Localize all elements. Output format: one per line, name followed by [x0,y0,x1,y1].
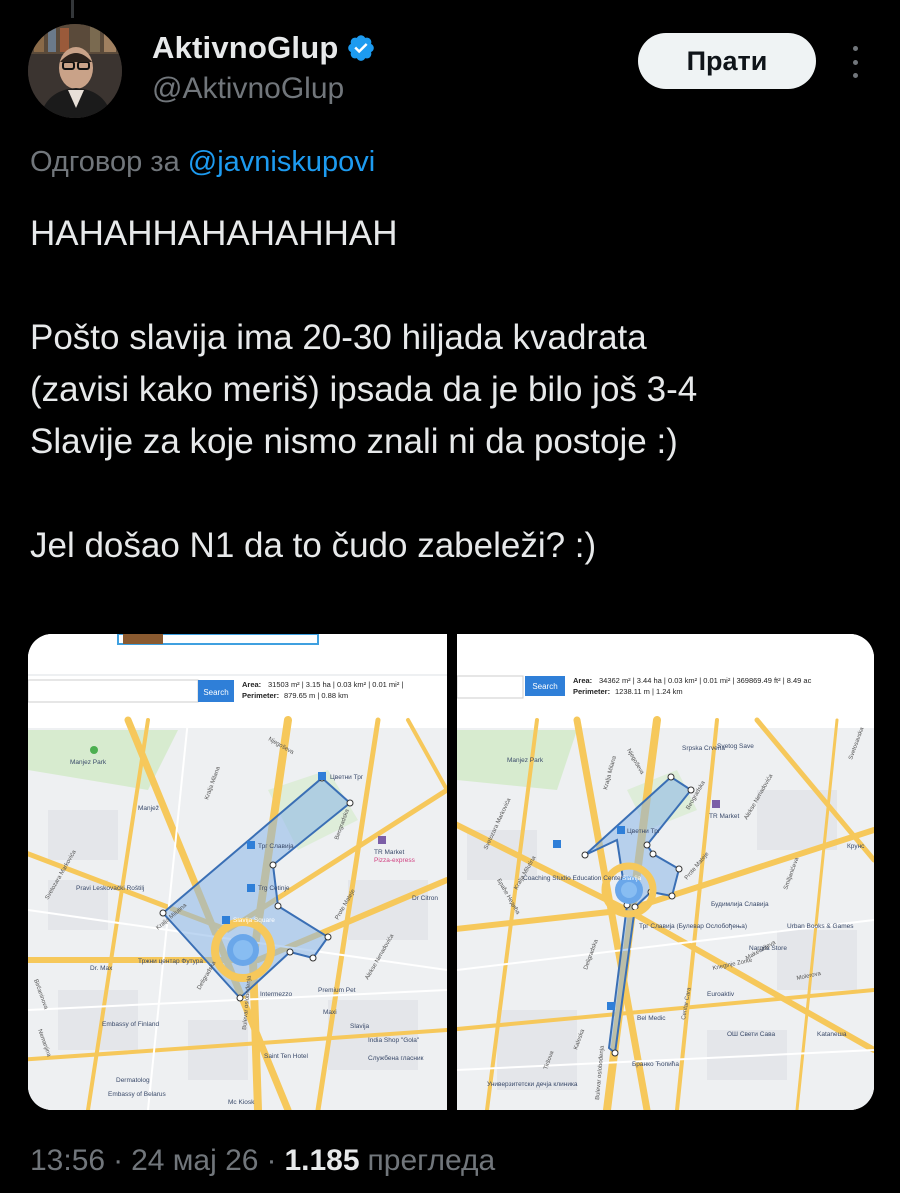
tweet-media[interactable]: Search Area: 31503 m² | 3.15 ha | 0.03 k… [28,634,874,1110]
avatar-image [28,24,122,118]
reply-context: Одговор за @javniskupovi [30,146,375,179]
map-label: Srpska Crvena [682,745,725,752]
area-label: Area: [242,680,261,689]
tweet-text: HAHAHHAHAHAHHAH Pošto slavija ima 20-30 … [30,208,880,572]
meta-separator: · [113,1144,124,1177]
map-label: Цветни Трг [330,774,364,781]
tweet-line: (zavisi kako meriš) ipsada da je bilo jo… [30,370,698,409]
map-label: ОШ Свети Сава [727,1031,775,1038]
map-label: Kataneшa [817,1031,847,1038]
map-label: Pravi Leskovački Roštilj [76,885,144,892]
map-label: Euroaktiv [707,991,735,998]
map-label: Premium Pet [318,987,356,994]
map-label: Urban Books & Games [787,923,854,930]
map-label: Службена гласник [368,1054,424,1062]
map-label: Dr Citron [412,895,438,902]
tweet-line: HAHAHHAHAHAHHAH [30,214,398,253]
map-label: Intermezzo [260,991,293,998]
perimeter-label: Perimeter: [573,687,610,696]
verified-badge-icon [348,35,375,61]
perimeter-value: 1238.11 m | 1.24 km [615,687,683,696]
reply-mention-link[interactable]: @javniskupovi [188,146,375,178]
map-label: Slavija [622,875,642,882]
map-label: Maxi [323,1009,337,1016]
reply-prefix: Одговор за [30,146,180,178]
map-label: Trg Cetinje [258,885,290,892]
map-label: Manjež [138,805,159,812]
user-name-row[interactable]: AktivnoGlup [152,30,376,66]
map-label: Крунс [847,843,865,850]
map-label: Mc Kiosk [228,1099,255,1106]
map-label: Coaching Studio Education Center [523,875,624,882]
perimeter-value: 879.65 m | 0.88 km [284,691,348,700]
map-search-label: Search [203,688,228,697]
map-label: Embassy of Finland [102,1021,159,1028]
area-label: Area: [573,676,592,685]
map-left-svg: Search Area: 31503 m² | 3.15 ha | 0.03 k… [28,634,447,1110]
map-search-label: Search [532,682,557,691]
map-label: Slavija Square [233,917,275,924]
map-label: Saint Ten Hotel [264,1053,309,1060]
map-image-right[interactable]: Search Area: 34362 m² | 3.44 ha | 0.03 k… [457,634,874,1110]
perimeter-label: Perimeter: [242,691,279,700]
follow-button[interactable]: Прати [638,33,816,89]
map-label: Manjez Park [507,757,544,764]
map-image-left[interactable]: Search Area: 31503 m² | 3.15 ha | 0.03 k… [28,634,447,1110]
tweet-line: Jel došao N1 da to čudo zabeleži? :) [30,526,597,565]
map-label: Dr. Max [90,965,113,972]
map-label: Трг Славија (Булевар Ослобођења) [639,922,747,930]
map-label: Трг Славија [258,843,294,850]
tweet-date[interactable]: 24 мај 26 [131,1144,258,1178]
map-label: TR Market [374,849,405,856]
map-label: Pizza-express [374,857,416,864]
tweet-time[interactable]: 13:56 [30,1144,105,1178]
map-label: Embassy of Belarus [108,1091,167,1098]
tweet-line: Slavije za koje nismo znali ni da postoj… [30,422,678,461]
avatar[interactable] [28,24,122,118]
tweet-line: Pošto slavija ima 20-30 hiljada kvadrata [30,318,647,357]
map-label: Бранко Ћопића [632,1060,679,1068]
map-label: Manjez Park [70,759,107,766]
user-handle[interactable]: @AktivnoGlup [152,72,344,106]
map-label: Bel Medic [637,1015,666,1022]
map-label: India Shop "Gola" [368,1037,420,1044]
map-label: Dermatolog [116,1077,150,1084]
map-label: Slavija [350,1023,370,1030]
area-value: 31503 m² | 3.15 ha | 0.03 km² | 0.01 mi²… [268,680,403,689]
map-label: Универзитетски дечја клиника [487,1081,578,1088]
map-label: Тржни центар Футура [138,958,203,965]
views-count: 1.185 [284,1144,360,1177]
map-label: TR Market [709,813,740,820]
more-options-icon[interactable] [840,42,870,82]
views-label: прегледа [367,1144,496,1177]
thread-connector-line [71,0,74,18]
map-label: Будимлија Славија [711,901,769,908]
tweet-meta: 13:56 · 24 мај 26 · 1.185 прегледа [30,1144,495,1178]
area-value: 34362 m² | 3.44 ha | 0.03 km² | 0.01 mi²… [599,676,812,685]
meta-separator: · [266,1144,277,1177]
map-right-svg: Search Area: 34362 m² | 3.44 ha | 0.03 k… [457,634,874,1110]
map-label: Цветни Трг [627,828,661,835]
display-name[interactable]: AktivnoGlup [152,30,338,66]
